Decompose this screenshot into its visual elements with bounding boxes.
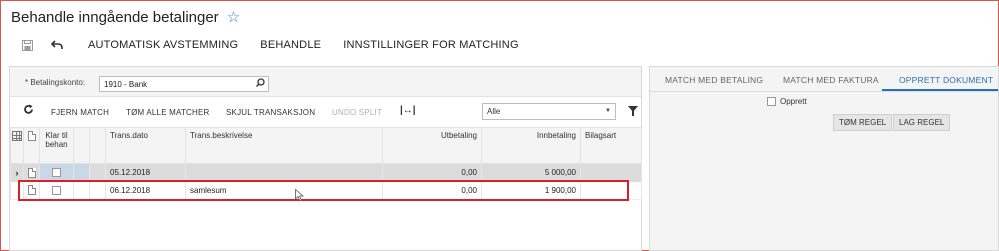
process-button[interactable]: BEHANDLE — [260, 39, 321, 51]
make-rule-button[interactable]: LAG REGEL — [893, 114, 951, 131]
column-settings-icon[interactable] — [10, 127, 24, 164]
column-header-blank-2 — [89, 127, 106, 164]
create-checkbox-label: Opprett — [780, 97, 807, 106]
row-file-icon[interactable] — [23, 181, 40, 200]
table-header-row: Klar til behan Trans.dato Trans.beskrive… — [10, 127, 642, 164]
table-row[interactable]: 06.12.2018 samlesum 0,00 1 900,00 — [10, 181, 642, 200]
auto-reconcile-button[interactable]: AUTOMATISK AVSTEMMING — [88, 39, 238, 51]
column-header-blank-1 — [73, 127, 90, 164]
tab-bar: MATCH MED BETALING MATCH MED FAKTURA OPP… — [650, 67, 998, 92]
table-row[interactable]: › 05.12.2018 0,00 5 000,00 — [10, 163, 642, 182]
matching-settings-button[interactable]: INNSTILLINGER FOR MATCHING — [343, 39, 519, 51]
tab-create-document[interactable]: OPPRETT DOKUMENT — [899, 75, 993, 85]
column-header-date[interactable]: Trans.dato — [105, 127, 186, 164]
row-payout[interactable]: 0,00 — [382, 181, 482, 200]
filter-select[interactable]: Alle ▼ — [482, 103, 616, 120]
row-deposit[interactable]: 5 000,00 — [481, 163, 581, 182]
file-icon — [23, 127, 40, 164]
undo-split-button[interactable]: UNDO SPLIT — [332, 108, 382, 117]
account-value: 1910 - Bank — [104, 80, 148, 89]
refresh-icon[interactable] — [23, 103, 34, 118]
main-toolbar: AUTOMATISK AVSTEMMING BEHANDLE INNSTILLI… — [20, 36, 519, 54]
column-header-doc-type[interactable]: Bilagsart — [580, 127, 642, 164]
row-expand-icon[interactable]: › — [10, 163, 24, 182]
undo-icon[interactable] — [50, 38, 64, 52]
row-blank-cell — [73, 181, 90, 200]
account-header: * Betalingskonto: 1910 - Bank — [10, 67, 641, 97]
row-date[interactable]: 06.12.2018 — [105, 181, 186, 200]
column-header-description[interactable]: Trans.beskrivelse — [185, 127, 383, 164]
account-label: * Betalingskonto: — [25, 78, 86, 87]
row-description[interactable] — [185, 163, 383, 182]
filter-select-value: Alle — [487, 107, 501, 116]
column-header-deposit[interactable]: Innbetaling — [481, 127, 581, 164]
row-description[interactable]: samlesum — [185, 181, 383, 200]
tab-match-invoice[interactable]: MATCH MED FAKTURA — [783, 75, 879, 85]
title-row: Behandle inngående betalinger ☆ — [11, 6, 240, 28]
row-blank-cell — [89, 181, 106, 200]
hide-transaction-button[interactable]: SKJUL TRANSAKSJON — [226, 108, 315, 117]
chevron-down-icon: ▼ — [605, 108, 611, 114]
transactions-table: Klar til behan Trans.dato Trans.beskrive… — [10, 127, 642, 200]
row-blank-cell — [73, 163, 90, 182]
clear-rule-button[interactable]: TØM REGEL — [833, 114, 893, 131]
row-payout[interactable]: 0,00 — [382, 163, 482, 182]
row-date[interactable]: 05.12.2018 — [105, 163, 186, 182]
tab-match-payment[interactable]: MATCH MED BETALING — [665, 75, 763, 85]
filter-icon[interactable] — [628, 106, 638, 116]
row-ready-checkbox[interactable] — [39, 181, 74, 200]
transactions-panel: * Betalingskonto: 1910 - Bank FJERN MATC… — [9, 66, 642, 251]
row-ready-checkbox[interactable] — [39, 163, 74, 182]
matching-panel: MATCH MED BETALING MATCH MED FAKTURA OPP… — [649, 66, 999, 251]
create-checkbox-row: Opprett — [767, 97, 807, 106]
clear-all-matches-button[interactable]: TØM ALLE MATCHER — [126, 108, 210, 117]
row-doc-type[interactable] — [580, 181, 642, 200]
row-doc-type[interactable] — [580, 163, 642, 182]
active-tab-indicator — [882, 89, 998, 91]
save-icon[interactable] — [20, 38, 34, 52]
account-field[interactable]: 1910 - Bank — [99, 76, 269, 92]
row-blank-cell — [89, 163, 106, 182]
page-title: Behandle inngående betalinger — [11, 8, 219, 26]
fit-columns-icon[interactable]: |↔| — [400, 105, 416, 116]
column-header-payout[interactable]: Utbetaling — [382, 127, 482, 164]
create-checkbox[interactable] — [767, 97, 776, 106]
column-header-ready[interactable]: Klar til behan — [39, 127, 74, 164]
remove-match-button[interactable]: FJERN MATCH — [51, 108, 109, 117]
grid-toolbar: FJERN MATCH TØM ALLE MATCHER SKJUL TRANS… — [10, 100, 641, 124]
search-icon[interactable] — [256, 78, 265, 89]
row-file-icon[interactable] — [23, 163, 40, 182]
row-deposit[interactable]: 1 900,00 — [481, 181, 581, 200]
mouse-cursor-icon — [295, 188, 305, 205]
row-expand-cell — [10, 181, 24, 200]
favorite-star-icon[interactable]: ☆ — [227, 8, 240, 26]
